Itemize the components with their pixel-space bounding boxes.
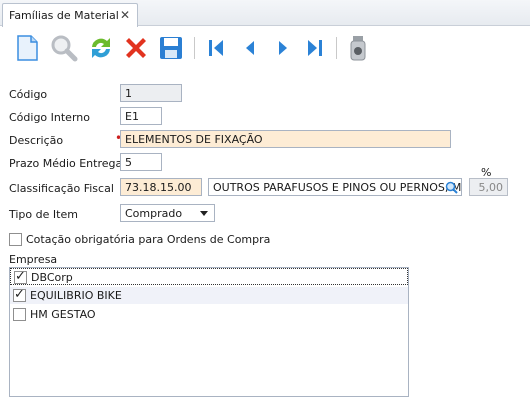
empresa-list[interactable]: DBCorp EQUILIBRIO BIKE HM GESTAO xyxy=(9,267,409,397)
new-document-icon[interactable] xyxy=(12,33,42,63)
close-tab-icon[interactable]: ✕ xyxy=(120,8,130,22)
list-item-label: HM GESTAO xyxy=(30,308,96,321)
list-item-label: EQUILIBRIO BIKE xyxy=(30,289,122,302)
codigo-field[interactable]: 1 xyxy=(120,84,182,102)
classificacao-desc-text: OUTROS PARAFUSOS E PINOS OU PERNOS, MESI xyxy=(213,181,462,194)
list-item[interactable]: HM GESTAO xyxy=(10,306,408,323)
descricao-label: Descrição xyxy=(9,134,64,147)
next-record-icon[interactable] xyxy=(268,33,298,63)
tipo-label: Tipo de Item xyxy=(9,208,78,221)
search-icon[interactable] xyxy=(49,33,79,63)
classificacao-code-field[interactable]: 73.18.15.00 xyxy=(120,178,202,196)
refresh-icon[interactable] xyxy=(86,33,116,63)
toolbar-separator xyxy=(194,37,195,59)
lookup-search-icon[interactable] xyxy=(445,181,458,194)
toolbar-separator xyxy=(336,37,337,59)
save-icon[interactable] xyxy=(156,33,186,63)
chevron-down-icon xyxy=(200,211,208,216)
tab-title: Famílias de Material xyxy=(9,9,119,22)
prazo-field[interactable]: 5 xyxy=(120,153,162,171)
classificacao-desc-field[interactable]: OUTROS PARAFUSOS E PINOS OU PERNOS, MESI xyxy=(208,178,462,196)
delete-icon[interactable] xyxy=(121,33,151,63)
list-item-label: DBCorp xyxy=(31,271,73,284)
codigo-interno-field[interactable]: E1 xyxy=(120,107,162,125)
first-record-icon[interactable] xyxy=(201,33,231,63)
tab-familias-de-material[interactable]: Famílias de Material ✕ xyxy=(2,3,138,27)
list-item-checkbox[interactable] xyxy=(14,269,27,284)
descricao-field[interactable]: ELEMENTOS DE FIXAÇÃO xyxy=(120,130,451,148)
cotacao-checkbox[interactable] xyxy=(9,233,22,246)
toolbar xyxy=(0,27,530,71)
previous-record-icon[interactable] xyxy=(235,33,265,63)
tipo-select[interactable]: Comprado xyxy=(120,204,215,222)
last-record-icon[interactable] xyxy=(300,33,330,63)
cotacao-label: Cotação obrigatória para Ordens de Compr… xyxy=(26,233,271,246)
percent-field: 5,00 xyxy=(469,178,508,196)
codigo-interno-label: Código Interno xyxy=(9,111,90,124)
tipo-select-value: Comprado xyxy=(125,207,183,220)
prazo-label: Prazo Médio Entrega xyxy=(9,157,123,170)
classificacao-label: Classificação Fiscal xyxy=(9,182,114,195)
list-item-checkbox[interactable] xyxy=(13,308,26,321)
empresa-label: Empresa xyxy=(9,253,58,266)
list-item-checkbox[interactable] xyxy=(13,287,26,302)
dispenser-icon[interactable] xyxy=(343,33,373,63)
codigo-label: Código xyxy=(9,88,48,101)
list-item[interactable]: DBCorp xyxy=(10,268,408,285)
list-item[interactable]: EQUILIBRIO BIKE xyxy=(10,287,408,304)
tab-strip: Famílias de Material ✕ xyxy=(0,0,530,27)
